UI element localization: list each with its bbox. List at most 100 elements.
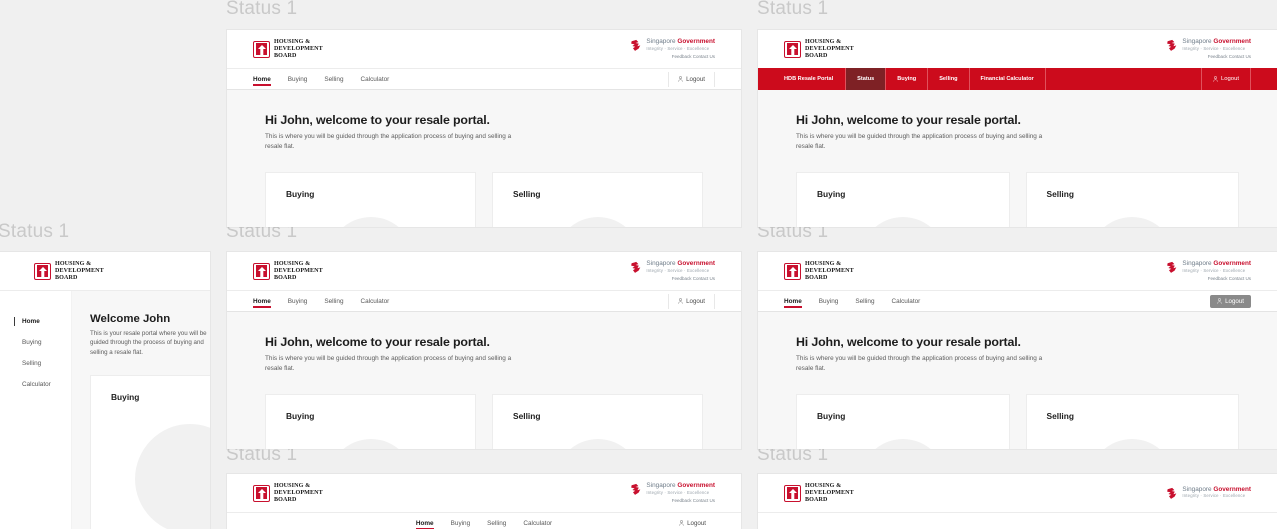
user-icon (678, 76, 683, 82)
user-icon (1213, 76, 1218, 82)
logout-button[interactable]: Logout (1210, 294, 1251, 308)
card-title: Selling (513, 189, 541, 200)
sg-footer-links[interactable]: Feedback Contact Us (672, 53, 715, 60)
card-illustration-circle (859, 217, 946, 227)
nav-item-home[interactable]: Home (253, 291, 271, 311)
red-nav-item-financial-calculator[interactable]: Financial Calculator (968, 68, 1045, 90)
red-nav-item-selling[interactable]: Selling (927, 68, 968, 90)
hdb-line-2: DEVELOPMENT (274, 267, 323, 274)
sg-tagline: Integrity · Service · Excellence (646, 45, 710, 51)
card-illustration-circle (554, 439, 641, 449)
nav-item-home[interactable]: Home (253, 69, 271, 89)
red-nav-item-status[interactable]: Status (845, 68, 886, 90)
top-navbar (758, 512, 1277, 529)
sidebar-item-selling[interactable]: Selling (0, 353, 71, 374)
nav-item-calculator[interactable]: Calculator (361, 69, 390, 89)
hdb-line-3: BOARD (274, 496, 297, 503)
hdb-wordmark: HOUSING & DEVELOPMENT BOARD (55, 261, 104, 282)
mockup-frame-chip-logout: HOUSING & DEVELOPMENT BOARD Singapore Go… (758, 252, 1277, 449)
page-subtext: This is where you will be guided through… (265, 355, 512, 372)
page-title: Hi John, welcome to your resale portal. (265, 113, 490, 127)
card-buying[interactable]: Buying (796, 394, 1010, 449)
card-illustration-circle (1089, 439, 1176, 449)
sg-title: Singapore Government (646, 482, 715, 490)
nav-item-selling[interactable]: Selling (487, 513, 506, 529)
page-body: Hi John, welcome to your resale portal. … (227, 312, 741, 449)
hdb-line-2: DEVELOPMENT (805, 489, 854, 496)
page-subtext: This is where you will be guided through… (265, 133, 512, 150)
top-navbar: Home Buying Selling Calculator Logout (227, 68, 741, 90)
nav-item-buying[interactable]: Buying (819, 291, 839, 311)
card-selling[interactable]: Selling (1025, 172, 1239, 227)
nav-item-calculator[interactable]: Calculator (892, 291, 921, 311)
red-nav-item-buying[interactable]: Buying (885, 68, 927, 90)
sidebar-item-calculator[interactable]: Calculator (0, 374, 71, 395)
logout-label: Logout (687, 519, 706, 527)
card-row: Buying Selling (265, 394, 703, 449)
card-selling[interactable]: Selling (492, 394, 703, 449)
page-body: Hi John, welcome to your resale portal. … (758, 312, 1277, 449)
card-buying[interactable]: Buying I want to buy Tell us a few thing… (90, 375, 210, 529)
card-title: Selling (513, 411, 541, 422)
hdb-line-1: HOUSING & (805, 38, 842, 45)
page-title: Welcome John (90, 313, 171, 325)
sidebar-item-buying[interactable]: Buying (0, 332, 71, 353)
logout-button[interactable]: Logout (670, 516, 715, 529)
page-body: Hi John, welcome to your resale portal. … (227, 90, 741, 227)
red-nav-brand[interactable]: HDB Resale Portal (758, 68, 845, 90)
nav-item-buying[interactable]: Buying (451, 513, 471, 529)
card-title: Buying (817, 411, 846, 422)
sg-tagline: Integrity · Service · Excellence (1182, 267, 1246, 273)
hdb-line-3: BOARD (805, 496, 828, 503)
nav-item-selling[interactable]: Selling (324, 291, 343, 311)
sg-footer-links[interactable]: Feedback Contact Us (1208, 275, 1251, 282)
page-body: Hi John, welcome to your resale portal. … (758, 90, 1277, 227)
hdb-logo: HOUSING & DEVELOPMENT BOARD (34, 261, 104, 282)
sg-footer-links[interactable]: Feedback Contact Us (672, 275, 715, 282)
hdb-line-2: DEVELOPMENT (55, 267, 104, 274)
nav-item-selling[interactable]: Selling (324, 69, 343, 89)
card-selling[interactable]: Selling (492, 172, 703, 227)
user-icon (678, 298, 683, 304)
card-title: Buying (286, 411, 315, 422)
nav-item-calculator[interactable]: Calculator (523, 513, 552, 529)
sg-footer-links[interactable]: Feedback Contact Us (672, 497, 715, 504)
page-title: Hi John, welcome to your resale portal. (265, 335, 490, 349)
nav-item-calculator[interactable]: Calculator (361, 291, 390, 311)
logout-button[interactable]: Logout (1200, 68, 1251, 90)
sidebar-nav: Home Buying Selling Calculator (0, 291, 72, 529)
hdb-line-1: HOUSING & (274, 260, 311, 267)
artboard-label: Status 1 (226, 0, 298, 19)
page-title: Hi John, welcome to your resale portal. (796, 335, 1021, 349)
sidebar-item-home[interactable]: Home (0, 311, 71, 332)
hdb-line-1: HOUSING & (805, 482, 842, 489)
sg-lion-icon (1166, 487, 1179, 500)
card-buying[interactable]: Buying (265, 394, 476, 449)
mockup-frame-top-nav: HOUSING & DEVELOPMENT BOARD Singapore Go… (227, 30, 741, 227)
page-subtext: This is your resale portal where you wil… (90, 330, 207, 356)
sg-title: Singapore Government (1182, 486, 1251, 493)
nav-right: Logout (1210, 294, 1251, 308)
nav-item-home[interactable]: Home (784, 291, 802, 311)
hdb-line-3: BOARD (805, 52, 828, 59)
red-navbar: HDB Resale Portal Status Buying Selling … (758, 68, 1277, 90)
hdb-wordmark: HOUSING & DEVELOPMENT BOARD (274, 261, 323, 282)
hdb-line-2: DEVELOPMENT (805, 45, 854, 52)
hdb-line-3: BOARD (274, 52, 297, 59)
card-title: Selling (1046, 411, 1074, 422)
nav-item-buying[interactable]: Buying (288, 69, 308, 89)
hdb-wordmark: HOUSING & DEVELOPMENT BOARD (805, 39, 854, 60)
logout-button[interactable]: Logout (668, 293, 715, 309)
hdb-line-1: HOUSING & (55, 260, 92, 267)
card-buying[interactable]: Buying (265, 172, 476, 227)
sg-lion-icon (630, 483, 643, 496)
nav-item-selling[interactable]: Selling (855, 291, 874, 311)
nav-items: Home Buying Selling Calculator (253, 291, 389, 311)
logout-button[interactable]: Logout (668, 71, 715, 87)
card-buying[interactable]: Buying (796, 172, 1010, 227)
page-title: Hi John, welcome to your resale portal. (796, 113, 1021, 127)
nav-item-home[interactable]: Home (415, 513, 434, 529)
nav-item-buying[interactable]: Buying (288, 291, 308, 311)
sg-footer-links[interactable]: Feedback Contact Us (1208, 53, 1251, 60)
card-selling[interactable]: Selling (1025, 394, 1239, 449)
